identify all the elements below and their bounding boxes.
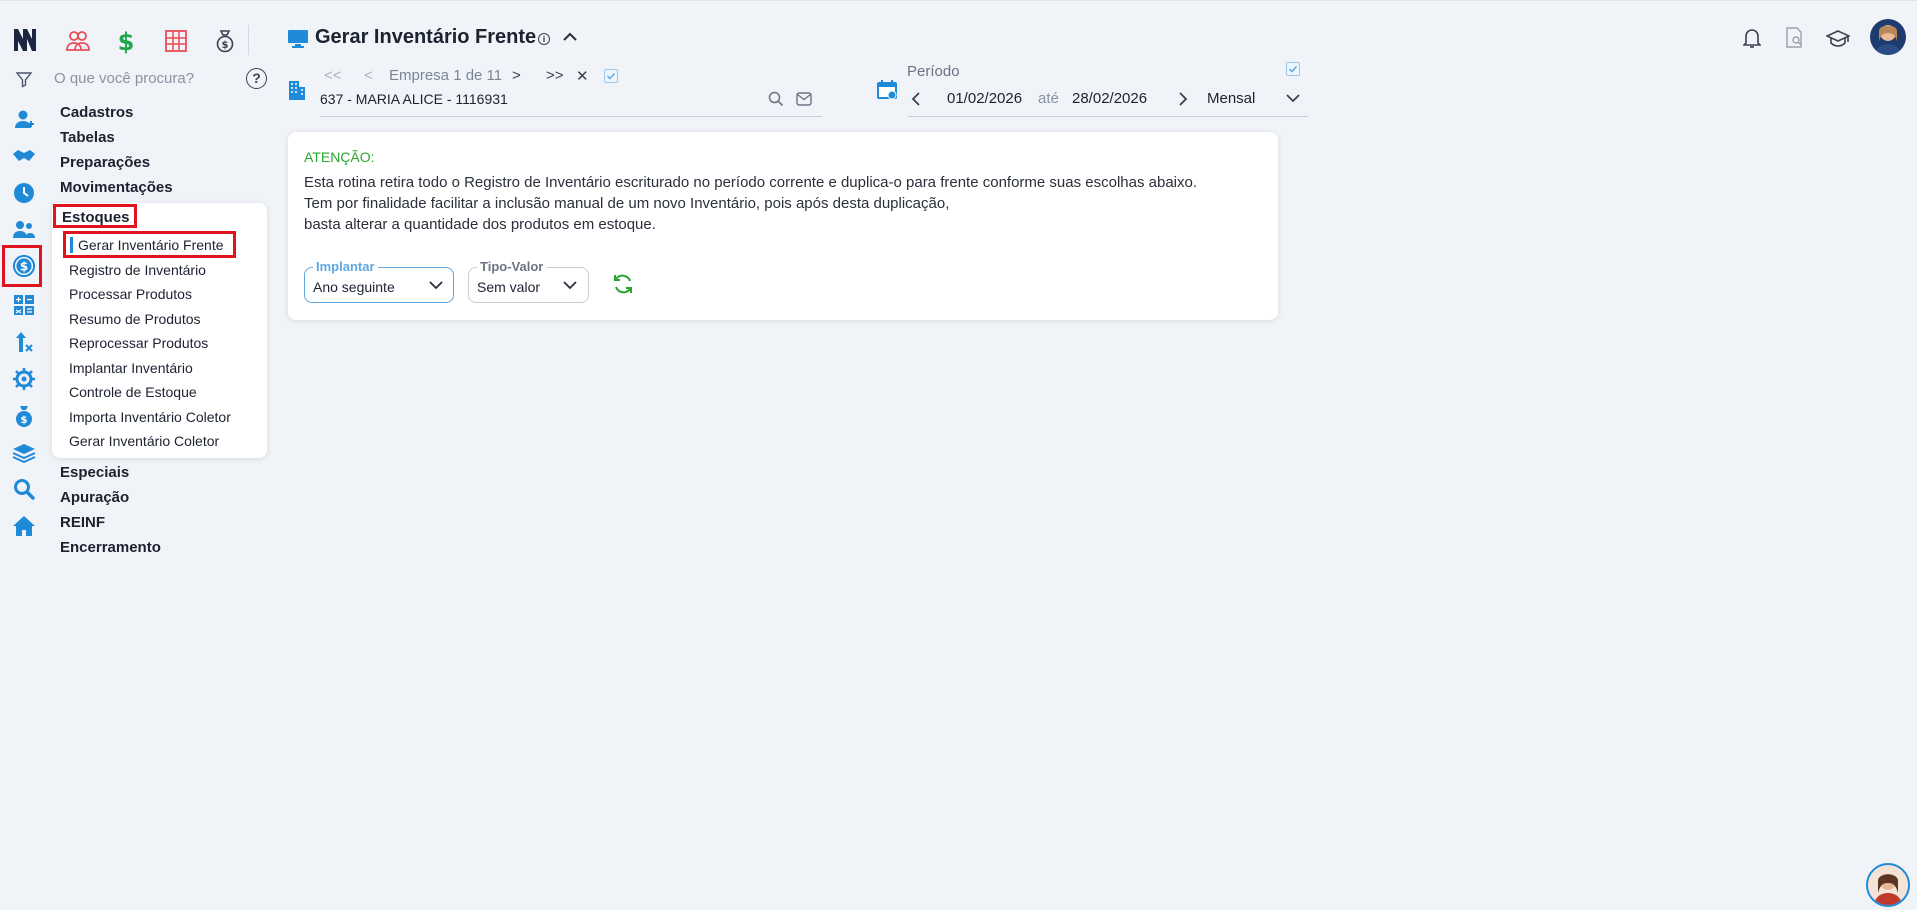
layers-icon[interactable] [12, 441, 36, 465]
submenu-item-resumo-produtos[interactable]: Resumo de Produtos [69, 311, 201, 327]
graduation-cap-icon[interactable] [1826, 29, 1850, 49]
period-mode-select[interactable]: Mensal [1207, 90, 1255, 107]
menu-item-cadastros[interactable]: Cadastros [60, 104, 133, 121]
prev-company-button[interactable]: < [364, 67, 373, 84]
bell-icon[interactable] [1743, 27, 1761, 49]
grid-table-icon[interactable] [161, 27, 191, 55]
submenu-item-processar-produtos[interactable]: Processar Produtos [69, 286, 192, 302]
svg-text:$: $ [21, 415, 28, 426]
avatar[interactable] [1870, 19, 1906, 55]
chevron-up-icon[interactable] [562, 31, 578, 43]
users-icon[interactable] [12, 217, 36, 241]
search-icon[interactable] [768, 91, 784, 107]
company-checkbox[interactable] [604, 69, 618, 83]
building-icon [287, 79, 307, 101]
period-separator: até [1038, 90, 1059, 107]
money-bag-icon-top[interactable]: $ [210, 27, 240, 55]
submenu-item-gerar-inventario-frente[interactable]: Gerar Inventário Frente [78, 237, 224, 253]
menu-item-encerramento[interactable]: Encerramento [60, 539, 161, 556]
submenu-item-gerar-inventario-coletor[interactable]: Gerar Inventário Coletor [69, 433, 219, 449]
help-icon[interactable]: ? [246, 68, 267, 89]
next-company-button[interactable]: > [512, 67, 521, 84]
app-logo[interactable] [12, 25, 38, 53]
submenu-item-controle-estoque[interactable]: Controle de Estoque [69, 384, 197, 400]
page-title: Gerar Inventário Frente [315, 26, 537, 48]
active-item-indicator [70, 237, 73, 253]
period-start-date[interactable]: 01/02/2026 [947, 90, 1022, 107]
toolbar-divider [248, 25, 249, 55]
filter-icon[interactable] [12, 67, 36, 91]
tipo-valor-value: Sem valor [477, 279, 541, 295]
magnifier-icon[interactable] [12, 477, 36, 501]
chevron-down-icon[interactable] [1286, 93, 1300, 103]
implantar-select[interactable]: Implantar Ano seguinte [304, 259, 454, 303]
menu-item-movimentacoes[interactable]: Movimentações [60, 179, 173, 196]
gear-network-icon[interactable] [12, 367, 36, 391]
mail-icon[interactable] [796, 92, 812, 106]
prev-period-button[interactable] [911, 92, 921, 106]
clock-icon[interactable] [12, 181, 36, 205]
next-period-button[interactable] [1178, 92, 1188, 106]
tipo-valor-label: Tipo-Valor [477, 259, 547, 274]
dollar-icon[interactable]: $ [111, 27, 141, 55]
dollar-circle-icon[interactable]: $ [12, 254, 36, 278]
notice-title: ATENÇÃO: [304, 149, 375, 165]
search-input[interactable]: O que você procura? [54, 70, 194, 87]
monitor-icon [287, 29, 309, 49]
menu-item-especiais[interactable]: Especiais [60, 464, 129, 481]
handshake-icon[interactable] [12, 144, 36, 168]
submenu-item-reprocessar-produtos[interactable]: Reprocessar Produtos [69, 335, 208, 351]
menu-item-tabelas[interactable]: Tabelas [60, 129, 115, 146]
assistant-avatar[interactable] [1866, 863, 1910, 907]
period-end-date[interactable]: 28/02/2026 [1072, 90, 1147, 107]
notice-line-2: Tem por finalidade facilitar a inclusão … [304, 195, 950, 212]
money-bag-icon[interactable]: $ [12, 404, 36, 428]
submenu-item-implantar-inventario[interactable]: Implantar Inventário [69, 360, 193, 376]
menu-item-estoques[interactable]: Estoques [62, 209, 130, 226]
implantar-chevron-icon [429, 280, 443, 290]
home-icon[interactable] [12, 514, 36, 538]
submenu-item-importa-inventario-coletor[interactable]: Importa Inventário Coletor [69, 409, 231, 425]
svg-text:$: $ [118, 28, 135, 54]
clear-company-button[interactable]: ✕ [576, 67, 589, 85]
notice-line-3: basta alterar a quantidade dos produtos … [304, 216, 656, 233]
company-underline [320, 116, 822, 117]
people-group-icon[interactable] [63, 27, 93, 55]
last-company-button[interactable]: >> [546, 67, 564, 84]
period-checkbox[interactable] [1286, 62, 1300, 76]
info-icon[interactable]: i [538, 33, 550, 45]
calculator-icon[interactable] [12, 293, 36, 317]
submenu-item-registro-inventario[interactable]: Registro de Inventário [69, 262, 206, 278]
company-field[interactable]: 637 - MARIA ALICE - 1116931 [320, 91, 508, 107]
menu-item-preparacoes[interactable]: Preparações [60, 154, 150, 171]
user-icon[interactable] [12, 107, 36, 131]
notice-line-1: Esta rotina retira todo o Registro de In… [304, 174, 1198, 191]
menu-item-apuracao[interactable]: Apuração [60, 489, 129, 506]
implantar-label: Implantar [313, 259, 378, 274]
tools-icon[interactable] [12, 330, 36, 354]
tipo-valor-select[interactable]: Tipo-Valor Sem valor [468, 259, 589, 303]
svg-text:$: $ [20, 260, 28, 274]
document-search-icon[interactable] [1785, 27, 1805, 49]
refresh-icon[interactable] [612, 273, 634, 295]
period-underline [908, 116, 1308, 117]
period-label: Período [907, 63, 960, 80]
implantar-value: Ano seguinte [313, 279, 395, 295]
menu-item-reinf[interactable]: REINF [60, 514, 105, 531]
svg-text:$: $ [222, 40, 229, 51]
company-counter: Empresa 1 de 11 [389, 67, 503, 84]
calendar-icon [876, 79, 898, 101]
first-company-button[interactable]: << [324, 67, 342, 84]
tipo-valor-chevron-icon [563, 280, 577, 290]
